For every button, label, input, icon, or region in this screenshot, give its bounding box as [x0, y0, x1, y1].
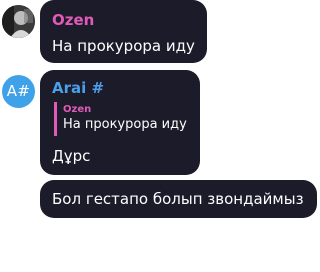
message-author[interactable]: Arai #	[52, 79, 104, 97]
avatar-photo-icon	[2, 5, 35, 38]
message-bubble[interactable]: Arai # Ozen На прокурора иду Дұрс	[40, 70, 200, 175]
reply-quote[interactable]: Ozen На прокурора иду	[54, 102, 187, 136]
message-text: Дұрс	[52, 147, 91, 165]
avatar-ozen[interactable]	[2, 5, 35, 38]
reply-text: На прокурора иду	[63, 117, 187, 132]
message-bubble[interactable]: Ozen На прокурора иду	[40, 0, 207, 63]
message-text: На прокурора иду	[52, 37, 195, 55]
message-bubble[interactable]: Бол гестапо болып звондаймыз	[40, 180, 317, 218]
avatar-arai[interactable]: A#	[2, 75, 35, 108]
message-author[interactable]: Ozen	[52, 11, 94, 29]
reply-author: Ozen	[63, 104, 92, 115]
message-text: Бол гестапо болып звондаймыз	[52, 190, 304, 208]
chat-view: Ozen На прокурора иду A# Arai # Ozen На …	[0, 0, 320, 272]
